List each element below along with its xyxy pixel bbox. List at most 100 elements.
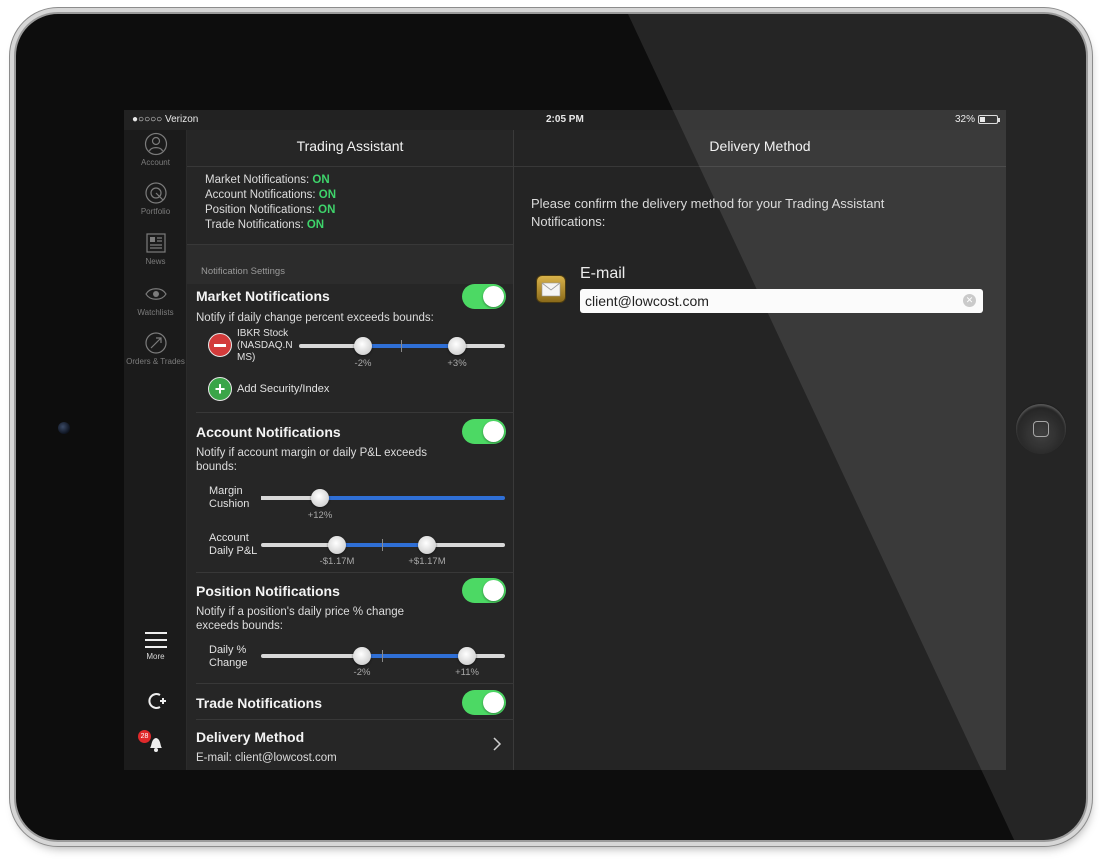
sidebar-item-label: Watchlists — [137, 308, 174, 317]
battery-fill — [980, 117, 986, 122]
trading-assistant-panel: Trading Assistant Market Notifications: … — [187, 130, 514, 770]
sidebar-item-label: Orders & Trades — [126, 357, 185, 366]
margin-cushion-label: Margin Cushion — [209, 485, 250, 510]
page-title: Delivery Method — [709, 138, 811, 154]
pnl-high-thumb[interactable] — [418, 536, 436, 554]
minus-icon — [214, 343, 226, 347]
ipad-frame: ●○○○○ Verizon 2:05 PM 32% Account Portfo… — [14, 12, 1088, 842]
summary-label: Position Notifications: — [205, 204, 315, 216]
summary-label: Market Notifications: — [205, 174, 310, 186]
sidebar-item-label: More — [146, 652, 165, 661]
sidebar-item-portfolio[interactable]: Portfolio — [124, 181, 187, 216]
notification-badge: 28 — [138, 730, 151, 743]
sidebar-item-label: Account — [141, 158, 170, 167]
email-field[interactable] — [580, 289, 983, 313]
order-icon — [144, 332, 167, 354]
delivery-method-title: Delivery Method — [196, 729, 305, 745]
market-notifications-title: Market Notifications — [196, 288, 330, 304]
slider-range-fill — [363, 344, 457, 348]
summary-value: ON — [312, 174, 330, 186]
slider-range-fill — [362, 654, 467, 658]
slider-zero-mark — [382, 650, 383, 662]
summary-row: Account Notifications: ON — [205, 188, 336, 203]
notification-summary: Market Notifications: ON Account Notific… — [205, 173, 336, 233]
divider — [187, 244, 513, 245]
home-button[interactable] — [1016, 404, 1066, 454]
position-notifications-toggle[interactable] — [462, 578, 506, 603]
eye-icon — [144, 288, 167, 300]
account-notifications-toggle[interactable] — [462, 419, 506, 444]
summary-value: ON — [318, 189, 337, 201]
divider — [196, 412, 514, 413]
trade-notifications-toggle[interactable] — [462, 690, 506, 715]
slider-zero-mark — [382, 539, 383, 551]
slider-low-label: -2% — [354, 358, 372, 369]
summary-label: Trade Notifications: — [205, 219, 304, 231]
hamburger-menu-icon — [144, 632, 167, 648]
summary-row: Market Notifications: ON — [205, 173, 336, 188]
refresh-button[interactable] — [124, 690, 187, 714]
market-notifications-toggle[interactable] — [462, 284, 506, 309]
summary-value: ON — [306, 219, 325, 231]
delivery-method-panel: Delivery Method Please confirm the deliv… — [514, 130, 1006, 770]
change-high-label: +11% — [455, 667, 479, 678]
market-range-slider[interactable] — [299, 340, 505, 352]
margin-slider-thumb[interactable] — [311, 489, 329, 507]
change-high-thumb[interactable] — [458, 647, 476, 665]
carrier-label: ●○○○○ Verizon — [132, 114, 199, 125]
daily-pnl-label: Account Daily P&L — [209, 532, 258, 557]
divider — [187, 166, 513, 167]
clear-input-icon[interactable]: ✕ — [963, 294, 976, 307]
sidebar-item-label: Portfolio — [140, 207, 171, 216]
page-title: Trading Assistant — [296, 138, 404, 154]
position-notifications-description: Notify if a position's daily price % cha… — [196, 606, 405, 632]
envelope-icon — [536, 275, 566, 303]
summary-row: Position Notifications: ON — [205, 203, 336, 218]
sidebar-item-more[interactable]: More — [124, 630, 187, 661]
trade-notifications-title: Trade Notifications — [196, 695, 323, 711]
pnl-high-label: +$1.17M — [408, 556, 446, 567]
sidebar-item-account[interactable]: Account — [124, 132, 187, 167]
notifications-button[interactable]: 28 — [124, 730, 187, 756]
pnl-low-label: -$1.17M — [319, 556, 355, 567]
home-square-icon — [1033, 421, 1049, 437]
battery-icon — [978, 115, 1000, 124]
front-camera — [58, 422, 70, 434]
delivery-instructions: Please confirm the delivery method for y… — [531, 196, 885, 229]
refresh-plus-icon — [147, 693, 166, 709]
daily-pnl-slider[interactable] — [261, 539, 505, 551]
pnl-low-thumb[interactable] — [328, 536, 346, 554]
divider — [196, 572, 514, 573]
margin-value-label: +12% — [307, 510, 333, 521]
battery-percent: 32% — [954, 114, 975, 125]
pie-chart-icon — [144, 182, 167, 204]
summary-label: Account Notifications: — [205, 189, 316, 201]
account-notifications-description: Notify if account margin or daily P&L ex… — [196, 447, 427, 473]
slider-high-thumb[interactable] — [448, 337, 466, 355]
sidebar-item-news[interactable]: News — [124, 231, 187, 266]
status-bar: ●○○○○ Verizon 2:05 PM 32% — [124, 110, 1006, 130]
add-security-label[interactable]: Add Security/Index — [237, 383, 329, 396]
remove-security-button[interactable] — [208, 333, 232, 357]
chevron-right-icon — [493, 737, 502, 751]
sidebar-item-watchlists[interactable]: Watchlists — [124, 282, 187, 317]
email-label: E-mail — [580, 265, 626, 282]
delivery-method-row[interactable]: Delivery Method E-mail: client@lowcost.c… — [187, 720, 514, 770]
divider — [196, 683, 514, 684]
delivery-method-value: E-mail: client@lowcost.com — [196, 752, 337, 764]
sidebar-item-orders-trades[interactable]: Orders & Trades — [124, 331, 187, 366]
change-low-thumb[interactable] — [353, 647, 371, 665]
slider-high-label: +3% — [447, 358, 467, 369]
position-notifications-title: Position Notifications — [196, 583, 340, 599]
summary-row: Trade Notifications: ON — [205, 218, 336, 233]
slider-low-thumb[interactable] — [354, 337, 372, 355]
margin-cushion-slider[interactable] — [261, 496, 505, 500]
daily-change-label: Daily % Change — [209, 644, 248, 669]
clock: 2:05 PM — [546, 114, 584, 125]
screen: ●○○○○ Verizon 2:05 PM 32% Account Portfo… — [124, 110, 1006, 770]
add-security-button[interactable]: + — [208, 377, 232, 401]
newspaper-icon — [145, 233, 166, 253]
section-spacer — [187, 244, 513, 284]
envelope-glyph — [541, 282, 561, 297]
account-notifications-title: Account Notifications — [196, 424, 341, 440]
